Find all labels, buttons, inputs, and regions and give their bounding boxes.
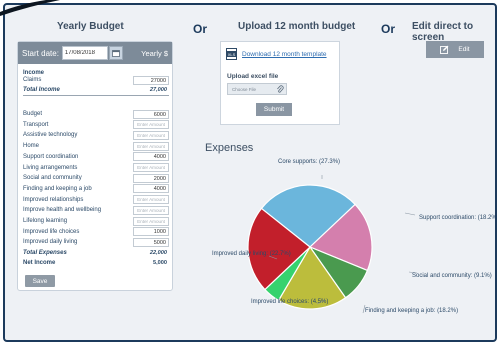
total-expenses-value: 22,000: [149, 250, 167, 257]
slice-label-name: Improved life choices:: [251, 299, 310, 305]
slice-label-name: Support coordination:: [419, 215, 477, 221]
expense-row: Lifelong learning Enter Amount: [23, 216, 169, 226]
svg-text:XLS: XLS: [228, 52, 236, 57]
expense-row-label: Support coordination: [23, 153, 79, 160]
corner-swoosh: [0, 0, 60, 16]
income-row: Claims 27000: [23, 75, 169, 85]
edit-direct-heading: Edit direct to screen: [412, 21, 474, 43]
expense-row: Transport Enter Amount: [23, 120, 169, 130]
expense-amount-input[interactable]: Enter Amount: [133, 120, 169, 130]
expense-row: Budget 6000: [23, 109, 169, 119]
total-expenses-row: Total Expenses 22,000: [23, 248, 169, 258]
slice-label-pct: (18.2%): [437, 308, 459, 314]
slice-label-pct: (18.2%): [477, 215, 497, 221]
slice-label: Core supports: (27.3%): [278, 159, 340, 166]
expense-amount-input[interactable]: Enter Amount: [133, 205, 169, 215]
expense-row: Finding and keeping a job 4000: [23, 184, 169, 194]
expense-amount-input[interactable]: Enter Amount: [133, 195, 169, 205]
total-expenses-label: Total Expenses: [23, 250, 67, 257]
slice-label: Improved life choices: (4.5%): [251, 299, 328, 306]
expense-amount-input[interactable]: 2000: [133, 173, 169, 183]
edit-label: Edit: [458, 46, 470, 53]
net-income-value: 5,000: [153, 260, 167, 267]
expense-row: Social and community 2000: [23, 173, 169, 183]
slice-label-name: Social and community:: [412, 273, 473, 279]
slice-label-pct: (22.7%): [269, 251, 291, 257]
choose-file-input[interactable]: Choose File: [227, 83, 287, 95]
app-frame: Yearly Budget Or Upload 12 month budget …: [3, 3, 497, 342]
slice-label: Finding and keeping a job: (18.2%): [365, 308, 458, 315]
edit-button[interactable]: Edit: [426, 41, 484, 58]
expense-amount-input[interactable]: Enter Amount: [133, 216, 169, 226]
expense-row: Assistive technology Enter Amount: [23, 130, 169, 140]
upload-excel-label: Upload excel file: [227, 73, 279, 80]
submit-button[interactable]: Submit: [256, 103, 292, 116]
total-income-value: 27,000: [149, 87, 167, 93]
total-income-row: Total Income 27,000: [23, 85, 169, 95]
expense-row-label: Living arrangements: [23, 164, 78, 171]
expense-row-label: Social and community: [23, 175, 82, 182]
slice-label-name: Improved daily living:: [212, 251, 269, 257]
yearly-label: Yearly $: [141, 48, 168, 58]
slice-label-pct: (9.1%): [474, 273, 492, 279]
expense-row-label: Improve health and wellbeing: [23, 207, 102, 214]
expense-amount-input[interactable]: Enter Amount: [133, 163, 169, 172]
expense-row: Improved life choices 1000: [23, 227, 169, 237]
expense-row-label: Improved relationships: [23, 196, 84, 203]
net-income-label: Net Income: [23, 260, 56, 267]
upload-heading: Upload 12 month budget: [238, 21, 356, 32]
upload-panel: XLS Download 12 month template Upload ex…: [220, 41, 340, 125]
expense-row-label: Home: [23, 143, 40, 150]
expense-amount-input[interactable]: Enter Amount: [133, 141, 169, 151]
expense-amount-input[interactable]: 6000: [133, 109, 169, 119]
expense-row-label: Finding and keeping a job: [23, 185, 92, 192]
excel-file-icon: XLS: [226, 48, 237, 60]
slice-label-pct: (27.3%): [319, 159, 341, 165]
expense-row-label: Assistive technology: [23, 132, 78, 139]
budget-panel: Start date: Yearly $ IncomeClaims27000To…: [17, 41, 173, 291]
budget-header: Start date: Yearly $: [18, 42, 172, 64]
or-separator-1: Or: [193, 22, 208, 36]
save-button[interactable]: Save: [25, 275, 55, 287]
expense-row: Support coordination 4000: [23, 152, 169, 162]
expense-row-label: Budget: [23, 111, 43, 117]
slice-label: Social and community: (9.1%): [412, 273, 492, 280]
download-template-link[interactable]: Download 12 month template: [242, 51, 327, 58]
expense-amount-input[interactable]: 1000: [133, 227, 169, 237]
expense-amount-input[interactable]: Enter Amount: [133, 130, 169, 140]
income-row-label: Claims: [23, 77, 42, 83]
total-income-label: Total Income: [23, 87, 60, 93]
paperclip-icon: [277, 85, 284, 93]
expense-row-label: Improved life choices: [23, 228, 80, 235]
expense-row: Living arrangements Enter Amount: [23, 163, 169, 173]
chart-title: Expenses: [205, 142, 254, 154]
yearly-budget-heading: Yearly Budget: [57, 21, 124, 32]
file-placeholder: Choose File: [232, 86, 257, 92]
income-divider: [23, 95, 169, 96]
slice-label-name: Core supports:: [278, 159, 318, 165]
label-leader-line: [404, 212, 416, 216]
start-date-label: Start date:: [22, 48, 59, 58]
slice-label-name: Finding and keeping a job:: [365, 308, 436, 314]
edit-icon: [440, 45, 449, 54]
slice-label: Improved daily living: (22.7%): [212, 251, 291, 258]
expense-row-label: Transport: [23, 121, 49, 128]
calendar-icon[interactable]: [108, 46, 123, 60]
expense-row: Improve health and wellbeing Enter Amount: [23, 205, 169, 215]
expense-row-label: Improved daily living: [23, 239, 78, 246]
expense-row-label: Lifelong learning: [23, 218, 68, 224]
or-separator-2: Or: [381, 22, 396, 36]
expense-amount-input[interactable]: 4000: [133, 152, 169, 162]
net-income-row: Net Income 5,000: [23, 258, 169, 268]
income-amount-input[interactable]: 27000: [133, 75, 169, 85]
expense-row: Improved relationships Enter Amount: [23, 195, 169, 205]
expense-row: Improved daily living 5000: [23, 237, 169, 247]
start-date-input[interactable]: [61, 46, 108, 60]
expense-amount-input[interactable]: 5000: [133, 237, 169, 247]
expense-amount-input[interactable]: 4000: [133, 184, 169, 194]
expense-row: Home Enter Amount: [23, 141, 169, 151]
slice-label-pct: (4.5%): [310, 299, 329, 305]
slice-label: Support coordination: (18.2%): [419, 215, 497, 222]
